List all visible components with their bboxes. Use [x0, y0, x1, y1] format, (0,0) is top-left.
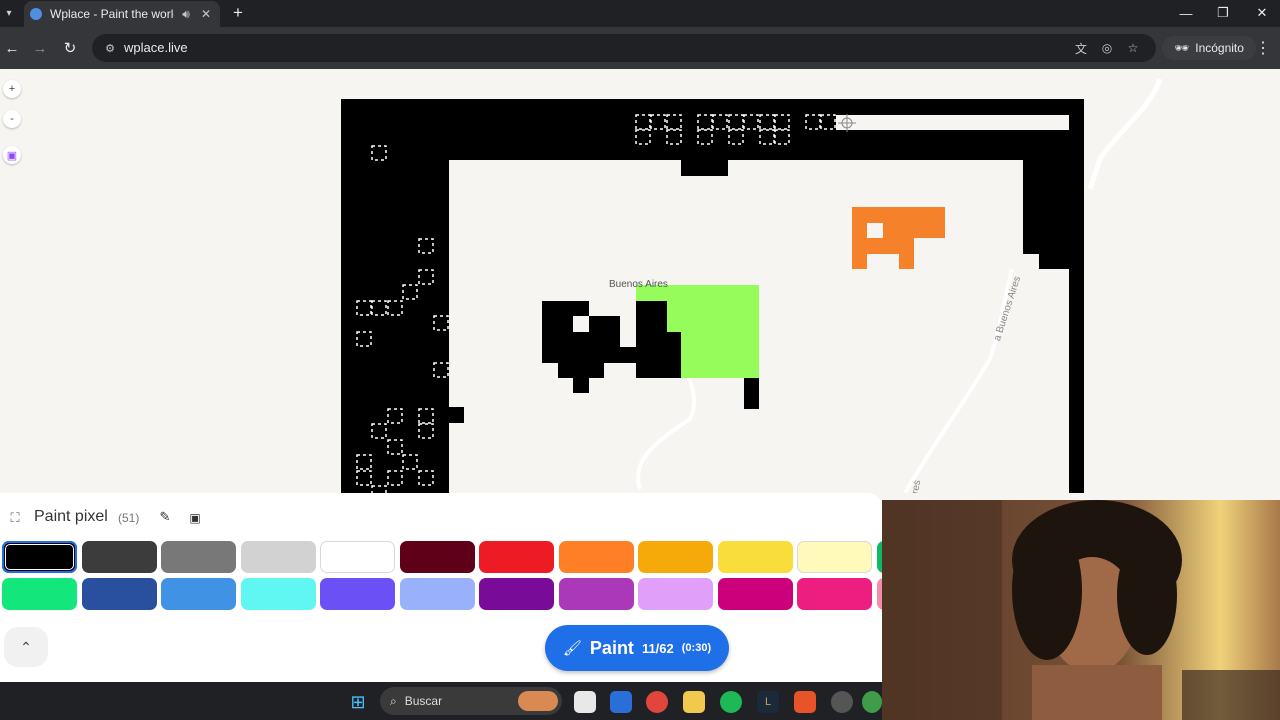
translate-icon[interactable]: 文	[1072, 40, 1090, 56]
forward-arrow-icon[interactable]: →	[30, 38, 50, 58]
color-swatch[interactable]	[240, 541, 316, 573]
color-swatch[interactable]	[2, 541, 77, 573]
color-swatch[interactable]	[638, 578, 713, 610]
tab-bar: ▾ Wplace - Paint the world 🔊︎ ✕ + — ❐ ✕	[0, 0, 1280, 27]
address-bar[interactable]: ⚙ wplace.live 文 ◎ ☆	[92, 34, 1156, 62]
color-swatch[interactable]	[558, 578, 634, 610]
paint-button[interactable]: 🖌︎ Paint 11/62 (0:30)	[545, 625, 729, 671]
spotify-icon[interactable]	[720, 691, 742, 713]
more-menu-icon[interactable]: ⋮	[1255, 38, 1271, 58]
file-explorer-icon[interactable]	[683, 691, 705, 713]
browser-toolbar: ← → ↻ ⚙ wplace.live 文 ◎ ☆ 🕶︎ Incógnito ⋮	[0, 27, 1280, 69]
paint-timer: (0:30)	[681, 642, 712, 654]
incognito-label: Incógnito	[1195, 41, 1244, 55]
incognito-badge[interactable]: 🕶︎ Incógnito	[1162, 36, 1256, 60]
eye-slash-icon[interactable]: ◎	[1098, 40, 1116, 56]
paint-charges: 11/62	[641, 640, 674, 656]
chrome-icon[interactable]	[646, 691, 668, 713]
city-label: Buenos Aires	[609, 279, 668, 290]
taskbar-search[interactable]: ⌕ Buscar	[380, 687, 562, 715]
color-swatch[interactable]	[81, 578, 157, 610]
twitch-icon[interactable]: ▣	[3, 146, 21, 164]
color-swatch[interactable]	[558, 541, 634, 573]
color-swatch[interactable]	[479, 578, 554, 610]
image-icon[interactable]: ▣	[186, 509, 204, 527]
store-icon[interactable]	[610, 691, 632, 713]
map-canvas[interactable]: + - ▣ Buenos Aires a Buenos Aires res	[0, 69, 1280, 493]
color-swatch[interactable]	[320, 578, 395, 610]
back-arrow-icon[interactable]: ←	[2, 38, 22, 58]
restore-icon[interactable]: ❐	[1204, 3, 1242, 23]
color-swatch[interactable]	[161, 541, 236, 573]
tab-title: Wplace - Paint the world	[50, 7, 174, 21]
window-close-icon[interactable]: ✕	[1243, 3, 1280, 23]
incognito-icon: 🕶︎	[1174, 41, 1190, 55]
pixel-count: (51)	[118, 511, 140, 525]
obs-icon[interactable]	[831, 691, 853, 713]
star-bookmark-icon[interactable]: ☆	[1124, 40, 1142, 56]
color-swatch[interactable]	[479, 541, 554, 573]
webcam-overlay	[882, 500, 1280, 720]
paint-panel: ⛶ Paint pixel (51) ✎ ▣ ⌃ 🖌︎ Paint 11/62 …	[0, 493, 882, 682]
tab-search-chevron-icon[interactable]: ▾	[0, 3, 18, 23]
zoom-in-button[interactable]: +	[3, 80, 21, 98]
panel-title: Paint pixel	[34, 508, 108, 525]
brush-icon: 🖌︎	[562, 640, 582, 657]
speaker-icon[interactable]: 🔊︎	[178, 7, 194, 22]
color-swatch[interactable]	[797, 578, 872, 610]
chrome-second-icon[interactable]	[862, 691, 882, 713]
color-swatch[interactable]	[161, 578, 236, 610]
brave-icon[interactable]	[794, 691, 816, 713]
task-view-icon[interactable]	[574, 691, 596, 713]
search-highlight-icon	[518, 691, 558, 711]
expand-chevrons-icon[interactable]: ⌃	[4, 627, 48, 667]
color-swatch[interactable]	[638, 541, 713, 573]
paint-label: Paint	[589, 637, 634, 658]
taskbar: ⊞ ⌕ Buscar L	[0, 682, 882, 720]
search-label: Buscar	[404, 694, 443, 708]
zoom-out-button[interactable]: -	[3, 110, 21, 128]
color-swatch[interactable]	[717, 541, 793, 573]
color-swatch[interactable]	[717, 578, 793, 610]
street-label-partial: res	[910, 479, 924, 493]
color-swatch[interactable]	[797, 541, 872, 573]
site-settings-icon[interactable]: ⚙	[102, 40, 118, 56]
color-palette	[2, 541, 882, 611]
color-swatch[interactable]	[240, 578, 316, 610]
collapse-icon[interactable]: ⛶	[6, 509, 24, 527]
search-icon: ⌕	[390, 693, 397, 708]
minimize-icon[interactable]: —	[1167, 3, 1205, 23]
pipette-icon[interactable]: ✎	[156, 508, 174, 526]
tab-close-icon[interactable]: ✕	[198, 7, 214, 21]
new-tab-button[interactable]: +	[228, 3, 248, 23]
url-text: wplace.live	[124, 40, 188, 55]
browser-tab[interactable]: Wplace - Paint the world 🔊︎ ✕	[24, 1, 220, 27]
panel-header: ⛶ Paint pixel (51) ✎ ▣	[0, 493, 882, 541]
reload-icon[interactable]: ↻	[60, 38, 80, 58]
color-swatch[interactable]	[2, 578, 77, 610]
color-swatch[interactable]	[320, 541, 395, 573]
color-swatch[interactable]	[81, 541, 157, 573]
windows-start-icon[interactable]: ⊞	[347, 691, 369, 713]
webcam-image	[882, 500, 1280, 720]
globe-icon	[30, 8, 42, 20]
color-swatch[interactable]	[399, 541, 475, 573]
color-swatch[interactable]	[399, 578, 475, 610]
league-icon[interactable]: L	[757, 691, 779, 713]
